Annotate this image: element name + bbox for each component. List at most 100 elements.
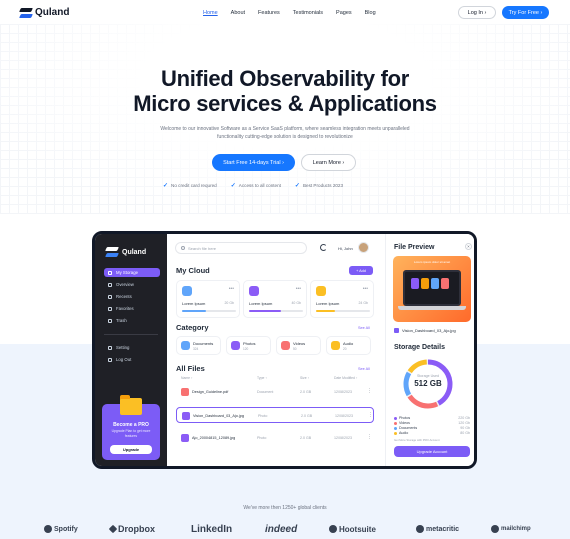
gear-icon bbox=[108, 345, 112, 350]
check-icon: ✓ bbox=[230, 183, 236, 189]
hootsuite-logo: Hootsuite bbox=[329, 522, 376, 536]
sidebar-item-recents[interactable]: Recents bbox=[104, 292, 160, 301]
indeed-logo: indeed bbox=[265, 523, 298, 535]
file-type: Document bbox=[257, 390, 274, 394]
pro-upgrade-button[interactable]: Upgrade bbox=[110, 445, 152, 454]
nav-link-features[interactable]: Features bbox=[258, 10, 280, 16]
category-card-videos[interactable]: Videos 50 bbox=[276, 336, 321, 355]
logo-text: Quland bbox=[35, 7, 70, 18]
check-item: ✓ Best Products 2023 bbox=[294, 183, 344, 189]
cloud-usage-bar bbox=[249, 310, 303, 312]
column-header-date[interactable]: Date Modified ↑ bbox=[334, 376, 358, 380]
more-vertical-icon[interactable]: ⋮ bbox=[367, 388, 372, 394]
sidebar-item-my-storage[interactable]: My Storage bbox=[104, 268, 160, 277]
category-count: 50 bbox=[293, 347, 297, 351]
refresh-icon[interactable] bbox=[320, 244, 327, 251]
nav-link-about[interactable]: About bbox=[231, 10, 245, 16]
client-logos: Spotify Dropbox LinkedIn indeed Hootsuit… bbox=[0, 522, 570, 536]
category-name: Audio bbox=[343, 341, 354, 346]
column-header-name[interactable]: Name ↑ bbox=[181, 376, 193, 380]
nav-link-blog[interactable]: Blog bbox=[365, 10, 376, 16]
laptop-base bbox=[398, 306, 466, 310]
table-row[interactable]: Ajo_20004815_12089.jpg Photo 2.0 GB 12/0… bbox=[176, 430, 374, 446]
learn-more-button[interactable]: Learn More › bbox=[301, 154, 356, 171]
more-vertical-icon[interactable]: ⋮ bbox=[367, 434, 372, 440]
more-icon[interactable]: ••• bbox=[229, 286, 234, 292]
spotify-icon bbox=[44, 525, 52, 533]
category-title: Category bbox=[176, 323, 209, 332]
file-name: Design_Guideline.pdf bbox=[192, 390, 229, 394]
start-trial-button[interactable]: Start Free 14-days Trial › bbox=[212, 154, 295, 171]
avatar[interactable] bbox=[358, 242, 369, 253]
hero-title-line-1: Unified Observability for bbox=[161, 66, 409, 91]
column-header-size[interactable]: Size ↑ bbox=[300, 376, 309, 380]
login-button[interactable]: Log In › bbox=[458, 6, 496, 19]
sidebar-item-trash[interactable]: Trash bbox=[104, 316, 160, 325]
storage-used-value: 512 GB bbox=[414, 379, 442, 388]
logout-icon bbox=[108, 357, 112, 362]
cloud-card[interactable]: ••• Lorem Ipsum 24 Gb bbox=[310, 280, 374, 318]
more-icon[interactable]: ••• bbox=[363, 286, 368, 292]
cloud-icon bbox=[182, 286, 192, 296]
sidebar-item-setting[interactable]: Setting bbox=[104, 343, 160, 352]
hootsuite-icon bbox=[329, 525, 337, 533]
mailchimp-logo: mailchimp bbox=[491, 522, 531, 536]
table-row[interactable]: Design_Guideline.pdf Document 2.0 GB 12/… bbox=[176, 384, 374, 400]
sidebar-item-favorites[interactable]: Favorites bbox=[104, 304, 160, 313]
category-card-audio[interactable]: Audio 20 bbox=[326, 336, 371, 355]
pro-description: Upgrade Plan to get more features bbox=[111, 429, 151, 438]
preview-image: Lorem ipsum dolor sit amet bbox=[393, 256, 471, 322]
dropbox-logo: Dropbox bbox=[108, 522, 155, 536]
file-preview-panel: File Preview × Lorem ipsum dolor sit ame… bbox=[385, 234, 474, 466]
nav-link-testimonials[interactable]: Testimonials bbox=[293, 10, 323, 16]
legend-item-audio: Audio 80 Gb bbox=[394, 431, 470, 435]
nav-link-home[interactable]: Home bbox=[203, 10, 218, 16]
photo-icon bbox=[231, 341, 240, 350]
category-count: 324 bbox=[193, 347, 199, 351]
sidebar-item-overview[interactable]: Overview bbox=[104, 280, 160, 289]
dropbox-icon bbox=[108, 524, 118, 534]
category-see-all-link[interactable]: See All bbox=[358, 326, 370, 330]
preview-caption: Lorem ipsum dolor sit amet bbox=[413, 260, 451, 264]
files-see-all-link[interactable]: See All bbox=[358, 367, 370, 371]
cloud-card-size: 20 Gb bbox=[224, 301, 234, 305]
category-count: 20 bbox=[343, 347, 347, 351]
laptop-illustration bbox=[403, 270, 461, 306]
file-search-input[interactable]: Search file here bbox=[175, 242, 307, 254]
document-icon bbox=[181, 341, 190, 350]
pdf-file-icon bbox=[181, 388, 189, 396]
cloud-card-size: 24 Gb bbox=[358, 301, 368, 305]
add-button[interactable]: + Add bbox=[349, 266, 373, 275]
site-logo[interactable]: Quland bbox=[19, 7, 70, 18]
more-icon[interactable]: ••• bbox=[296, 286, 301, 292]
table-row[interactable]: Vision_Dashboard_03_Ajo.jpg Photo 2.0 GB… bbox=[176, 407, 374, 423]
sidebar-item-log-out[interactable]: Log Out bbox=[104, 355, 160, 364]
column-header-type[interactable]: Type ↑ bbox=[257, 376, 267, 380]
legend-item-documents: Documents 90 Gb bbox=[394, 426, 470, 430]
all-files-title: All Files bbox=[176, 364, 205, 373]
file-name: Vision_Dashboard_03_Ajo.jpg bbox=[193, 414, 245, 418]
cloud-card-size: 40 Gb bbox=[291, 301, 301, 305]
try-for-free-button[interactable]: Try For Free › bbox=[502, 6, 549, 19]
cloud-card[interactable]: ••• Lorem Ipsum 20 Gb bbox=[176, 280, 240, 318]
category-name: Documents bbox=[193, 341, 214, 346]
cloud-card[interactable]: ••• Lorem Ipsum 40 Gb bbox=[243, 280, 307, 318]
cloud-usage-bar bbox=[316, 310, 370, 312]
upgrade-account-button[interactable]: Upgrade Account bbox=[394, 446, 470, 457]
cloud-usage-bar bbox=[182, 310, 236, 312]
nav-link-pages[interactable]: Pages bbox=[336, 10, 352, 16]
hero-checklist: ✓ No credit card requred ✓ Access to all c… bbox=[163, 182, 343, 189]
clients-caption: We've more then 1250+ global clients bbox=[243, 505, 327, 511]
more-vertical-icon[interactable]: ⋮ bbox=[368, 412, 373, 418]
nav-links: Home About Features Testimonials Pages B… bbox=[203, 10, 376, 16]
metacritic-logo: metacritic bbox=[416, 522, 459, 536]
category-card-documents[interactable]: Documents 324 bbox=[176, 336, 221, 355]
hero-title-line-2: Micro services & Applications bbox=[133, 91, 437, 116]
cloud-icon bbox=[316, 286, 326, 296]
category-card-photos[interactable]: Photos 120 bbox=[226, 336, 271, 355]
close-icon[interactable]: × bbox=[465, 243, 472, 250]
sidebar-divider bbox=[104, 334, 158, 335]
trash-icon bbox=[108, 318, 112, 323]
cloud-card-label: Lorem Ipsum bbox=[249, 301, 273, 306]
legend-item-photos: Photos 220 Gb bbox=[394, 416, 470, 420]
